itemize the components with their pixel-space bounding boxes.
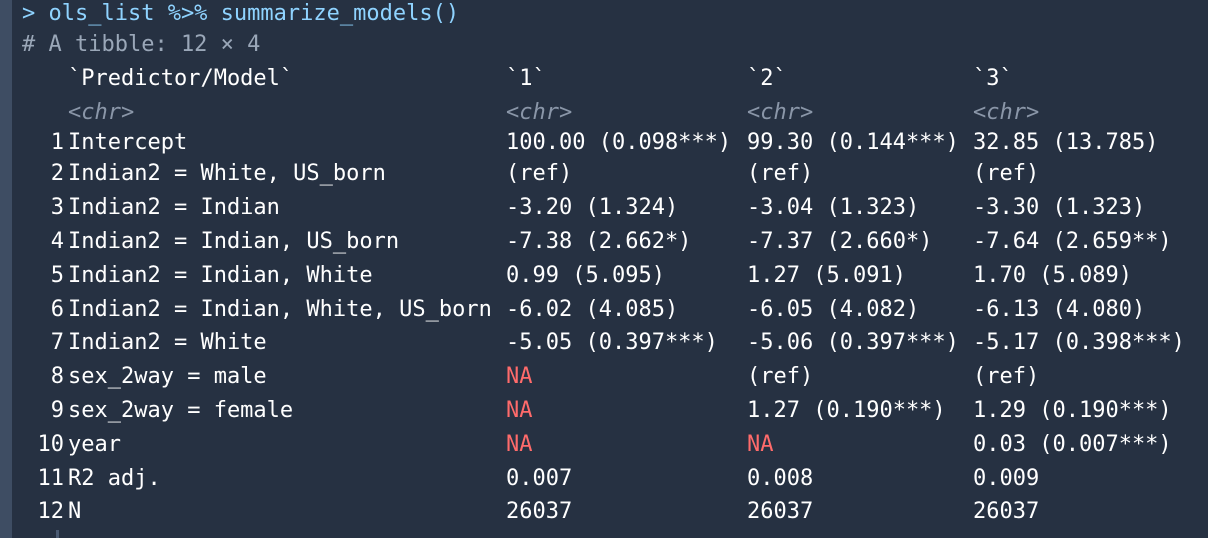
model-3-cell: (ref): [973, 161, 1040, 187]
table-row: 5 Indian2 = Indian, White 0.99 (5.095) 1.27…: [22, 259, 1208, 293]
column-type-model-3: <chr>: [973, 99, 1040, 125]
row-index: 3: [50, 195, 64, 221]
model-3-cell: -5.17 (0.398***): [973, 330, 1185, 356]
table-row: 10 year NA NA 0.03 (0.007***): [22, 428, 1208, 462]
column-header-predictor: `Predictor/Model`: [68, 65, 294, 91]
model-2-cell: 1.27 (0.190***): [747, 397, 946, 423]
table-row: 7 Indian2 = White -5.05 (0.397***) -5.06 (0…: [22, 326, 1208, 360]
table-row: 12 N 26037 26037 26037: [22, 495, 1208, 529]
editor-gutter: [0, 0, 12, 538]
table-type-row: <chr> <chr> <chr> <chr>: [22, 96, 1208, 130]
model-2-cell: (ref): [747, 161, 814, 187]
model-2-cell: 99.30 (0.144***): [747, 130, 959, 156]
table-body: 1 Intercept 100.00 (0.098***) 99.30 (0.144*…: [22, 129, 1208, 529]
column-type-model-1: <chr>: [506, 99, 573, 125]
model-2-cell: 1.27 (5.091): [747, 262, 906, 288]
table-row: 4 Indian2 = Indian, US_born -7.38 (2.662*)…: [22, 225, 1208, 259]
model-2-cell: -7.37 (2.660*): [747, 228, 933, 254]
model-2-cell: -3.04 (1.323): [747, 195, 920, 221]
column-type-model-2: <chr>: [747, 99, 814, 125]
model-1-cell: 0.99 (5.095): [506, 262, 665, 288]
model-2-cell: -5.06 (0.397***): [747, 330, 959, 356]
model-1-cell: -6.02 (4.085): [506, 296, 679, 322]
model-1-cell: 100.00 (0.098***): [506, 130, 732, 156]
predictor-cell: Indian2 = White, US_born: [68, 161, 386, 187]
model-1-cell: NA: [506, 431, 533, 457]
column-header-model-2: `2`: [747, 65, 787, 91]
predictor-cell: Indian2 = White: [68, 330, 267, 356]
model-2-cell: (ref): [747, 364, 814, 390]
model-2-cell: 0.008: [747, 465, 814, 491]
predictor-cell: Indian2 = Indian, US_born: [68, 228, 400, 254]
model-3-cell: 1.29 (0.190***): [973, 397, 1172, 423]
model-3-cell: 26037: [973, 499, 1040, 525]
r-console-output: > ols_list %>% summarize_models() # A ti…: [22, 0, 1208, 529]
model-1-cell: -7.38 (2.662*): [506, 228, 692, 254]
row-index: 1: [50, 130, 64, 156]
row-index: 8: [50, 364, 64, 390]
column-header-model-3: `3`: [973, 65, 1013, 91]
predictor-cell: sex_2way = female: [68, 397, 294, 423]
row-index: 7: [50, 330, 64, 356]
model-3-cell: 1.70 (5.089): [973, 262, 1132, 288]
predictor-cell: Indian2 = Indian, White, US_born: [68, 296, 492, 322]
table-row: 2 Indian2 = White, US_born (ref) (ref) (ref): [22, 157, 1208, 191]
model-1-cell: (ref): [506, 161, 573, 187]
model-3-cell: (ref): [973, 364, 1040, 390]
model-1-cell: NA: [506, 397, 533, 423]
predictor-cell: Indian2 = Indian: [68, 195, 280, 221]
table-row: 8 sex_2way = male NA (ref) (ref): [22, 360, 1208, 394]
column-type-predictor: <chr>: [68, 99, 135, 125]
table-row: 9 sex_2way = female NA 1.27 (0.190***) 1.29 …: [22, 394, 1208, 428]
predictor-cell: Intercept: [68, 130, 188, 156]
table-row: 11 R2 adj. 0.007 0.008 0.009: [22, 462, 1208, 496]
predictor-cell: Indian2 = Indian, White: [68, 262, 373, 288]
scroll-marker: [56, 530, 59, 538]
table-header-row: `Predictor/Model` `1` `2` `3`: [22, 62, 1208, 96]
model-3-cell: 0.03 (0.007***): [973, 431, 1172, 457]
row-index: 10: [37, 431, 65, 457]
predictor-cell: year: [68, 431, 121, 457]
model-1-cell: -5.05 (0.397***): [506, 330, 718, 356]
model-2-cell: 26037: [747, 499, 814, 525]
model-3-cell: -7.64 (2.659**): [973, 228, 1172, 254]
model-3-cell: -6.13 (4.080): [973, 296, 1146, 322]
tibble-summary: # A tibble: 12 × 4: [22, 32, 261, 57]
model-1-cell: NA: [506, 364, 533, 390]
model-3-cell: 32.85 (13.785): [973, 130, 1159, 156]
predictor-cell: N: [68, 499, 82, 525]
model-3-cell: 0.009: [973, 465, 1040, 491]
row-index: 5: [50, 262, 64, 288]
model-1-cell: -3.20 (1.324): [506, 195, 679, 221]
row-index: 2: [50, 161, 64, 187]
predictor-cell: R2 adj.: [68, 465, 161, 491]
column-header-model-1: `1`: [506, 65, 546, 91]
table-row: 3 Indian2 = Indian -3.20 (1.324) -3.04 (1.3…: [22, 191, 1208, 225]
model-2-cell: NA: [747, 431, 774, 457]
model-3-cell: -3.30 (1.323): [973, 195, 1146, 221]
predictor-cell: sex_2way = male: [68, 364, 267, 390]
row-index: 11: [37, 465, 65, 491]
model-1-cell: 0.007: [506, 465, 573, 491]
model-2-cell: -6.05 (4.082): [747, 296, 920, 322]
model-1-cell: 26037: [506, 499, 573, 525]
row-index: 4: [50, 228, 64, 254]
row-index: 9: [50, 397, 64, 423]
console-command: > ols_list %>% summarize_models(): [22, 1, 460, 26]
row-index: 12: [37, 499, 65, 525]
table-row: 6 Indian2 = Indian, White, US_born -6.02 (…: [22, 293, 1208, 327]
row-index: 6: [50, 296, 64, 322]
table-row: 1 Intercept 100.00 (0.098***) 99.30 (0.144*…: [22, 129, 1208, 157]
